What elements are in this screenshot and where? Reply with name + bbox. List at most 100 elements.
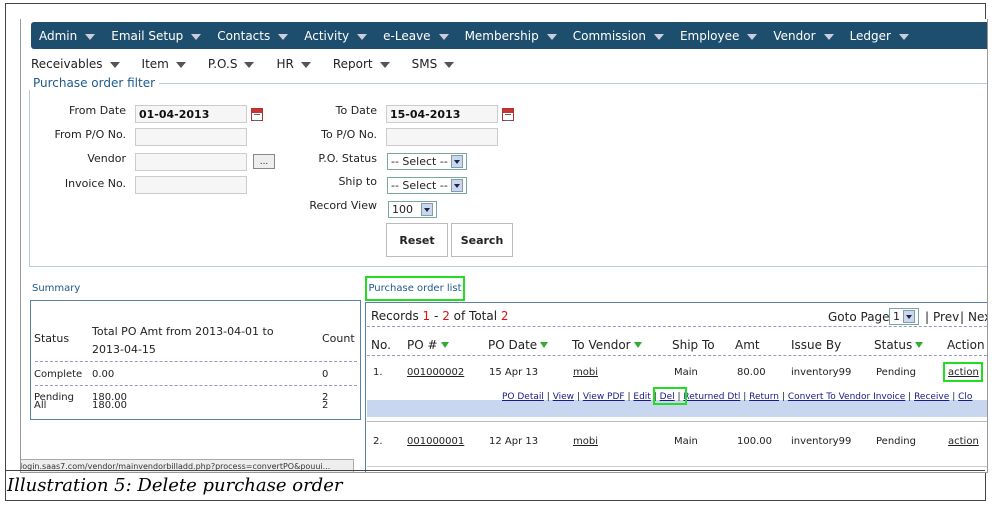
from-po-label: From P/O No. bbox=[54, 128, 126, 141]
summary-row-status: Complete bbox=[34, 369, 83, 380]
prev-link[interactable]: Prev bbox=[933, 310, 959, 324]
subnav-sms[interactable]: SMS bbox=[412, 57, 455, 71]
records-dash: - bbox=[434, 309, 439, 323]
subnav-label: Receivables bbox=[31, 57, 103, 71]
chevron-down-icon bbox=[244, 62, 255, 68]
to-po-input[interactable] bbox=[386, 128, 498, 146]
summary-divider bbox=[35, 385, 357, 386]
vendor-input[interactable] bbox=[135, 153, 247, 171]
reset-button[interactable]: Reset bbox=[386, 223, 448, 257]
chevron-down-icon bbox=[357, 33, 368, 40]
col-label: Status bbox=[874, 338, 913, 352]
nav-admin[interactable]: Admin bbox=[31, 29, 103, 43]
nav-email-setup[interactable]: Email Setup bbox=[103, 29, 209, 43]
row-date: 12 Apr 13 bbox=[489, 436, 539, 447]
subnav-pos[interactable]: P.O.S bbox=[208, 57, 255, 71]
purchase-order-list-tab[interactable]: Purchase order list bbox=[365, 276, 465, 301]
summary-row-status: All bbox=[34, 400, 47, 411]
nav-label: Activity bbox=[304, 28, 350, 43]
subnav-label: P.O.S bbox=[207, 57, 238, 71]
list-top-border bbox=[365, 302, 987, 303]
next-link[interactable]: Nex bbox=[968, 310, 987, 324]
view-pdf-link[interactable]: View PDF bbox=[583, 392, 625, 402]
col-vendor[interactable]: To Vendor bbox=[572, 338, 642, 352]
sort-arrow-icon bbox=[540, 342, 549, 348]
select-value: -- Select -- bbox=[391, 179, 448, 192]
action-sep: | bbox=[781, 392, 785, 402]
chevron-down-icon bbox=[85, 33, 96, 40]
chevron-down-icon bbox=[444, 62, 455, 68]
subnav-receivables[interactable]: Receivables bbox=[31, 57, 120, 71]
summary-row-amt: 180.00 bbox=[92, 400, 127, 411]
select-value: 1 bbox=[893, 310, 900, 323]
nav-contacts[interactable]: Contacts bbox=[209, 29, 296, 43]
from-date-input[interactable]: 01-04-2013 bbox=[135, 105, 247, 123]
nav-ledger[interactable]: Ledger bbox=[842, 29, 917, 43]
calendar-icon[interactable] bbox=[502, 108, 514, 121]
view-link[interactable]: View bbox=[553, 392, 574, 402]
row-status: Pending bbox=[876, 436, 916, 447]
from-date-label: From Date bbox=[68, 104, 126, 117]
record-view-label: Record View bbox=[309, 199, 377, 212]
nav-label: Vendor bbox=[773, 28, 816, 43]
subnav-label: Report bbox=[332, 57, 373, 71]
po-status-select[interactable]: -- Select -- bbox=[387, 153, 467, 170]
nav-e-leave[interactable]: e-Leave bbox=[375, 29, 456, 43]
col-po[interactable]: PO # bbox=[407, 338, 449, 352]
ship-to-label: Ship to bbox=[338, 175, 377, 188]
vendor-browse-button[interactable]: ... bbox=[253, 154, 275, 169]
calendar-icon[interactable] bbox=[251, 108, 263, 121]
po-detail-link[interactable]: PO Detail bbox=[502, 392, 544, 402]
close-link[interactable]: Clo bbox=[958, 392, 972, 402]
row-amt: 100.00 bbox=[737, 436, 772, 447]
ship-to-select[interactable]: -- Select -- bbox=[387, 177, 467, 194]
nav-label: Commission bbox=[572, 28, 646, 43]
convert-invoice-link[interactable]: Convert To Vendor Invoice bbox=[788, 392, 905, 402]
return-link[interactable]: Return bbox=[749, 392, 779, 402]
subnav-report[interactable]: Report bbox=[333, 57, 390, 71]
col-amt: Amt bbox=[735, 338, 760, 352]
chevron-down-icon bbox=[546, 33, 557, 40]
action-link[interactable]: action bbox=[948, 436, 979, 447]
invoice-input[interactable] bbox=[135, 176, 247, 194]
nav-employee[interactable]: Employee bbox=[672, 29, 765, 43]
col-status[interactable]: Status bbox=[874, 338, 924, 352]
list-divider bbox=[367, 355, 987, 356]
nav-commission[interactable]: Commission bbox=[565, 29, 672, 43]
returned-dtl-link[interactable]: Returned Dtl bbox=[683, 392, 740, 402]
select-value: -- Select -- bbox=[391, 155, 448, 168]
po-number-link[interactable]: 001000001 bbox=[407, 436, 464, 447]
summary-divider bbox=[35, 361, 357, 362]
to-date-input[interactable]: 15-04-2013 bbox=[386, 105, 498, 123]
subnav-label: Item bbox=[141, 57, 169, 71]
list-divider bbox=[367, 466, 987, 467]
action-link[interactable]: action bbox=[948, 367, 979, 378]
dropdown-arrow-icon bbox=[451, 155, 463, 168]
vendor-link[interactable]: mobi bbox=[573, 436, 598, 447]
chevron-down-icon bbox=[175, 62, 186, 68]
nav-membership[interactable]: Membership bbox=[457, 29, 565, 43]
nav-label: Membership bbox=[464, 28, 539, 43]
vendor-link[interactable]: mobi bbox=[573, 367, 598, 378]
col-po-date[interactable]: PO Date bbox=[488, 338, 549, 352]
summary-header-total: Total PO Amt from 2013-04-01 to 2013-04-… bbox=[92, 325, 274, 356]
edit-link[interactable]: Edit bbox=[633, 392, 650, 402]
receive-link[interactable]: Receive bbox=[914, 392, 949, 402]
subnav-hr[interactable]: HR bbox=[276, 57, 311, 71]
po-status-label: P.O. Status bbox=[318, 152, 377, 165]
col-issue-by: Issue By bbox=[791, 338, 842, 352]
dropdown-arrow-icon bbox=[421, 203, 433, 216]
illustration-frame: Admin Email Setup Contacts Activity e-Le… bbox=[5, 3, 988, 501]
nav-vendor[interactable]: Vendor bbox=[765, 29, 841, 43]
search-button[interactable]: Search bbox=[451, 223, 513, 257]
from-po-input[interactable] bbox=[135, 128, 247, 146]
record-view-select[interactable]: 100 bbox=[388, 201, 437, 218]
goto-page-select[interactable]: 1 bbox=[889, 308, 919, 325]
subnav-item[interactable]: Item bbox=[142, 57, 186, 71]
nav-activity[interactable]: Activity bbox=[296, 29, 375, 43]
summary-header-status: Status bbox=[34, 332, 70, 345]
po-number-link[interactable]: 001000002 bbox=[407, 367, 464, 378]
col-no: No. bbox=[371, 338, 391, 352]
subnav-label: HR bbox=[276, 57, 294, 71]
list-divider bbox=[367, 421, 987, 422]
